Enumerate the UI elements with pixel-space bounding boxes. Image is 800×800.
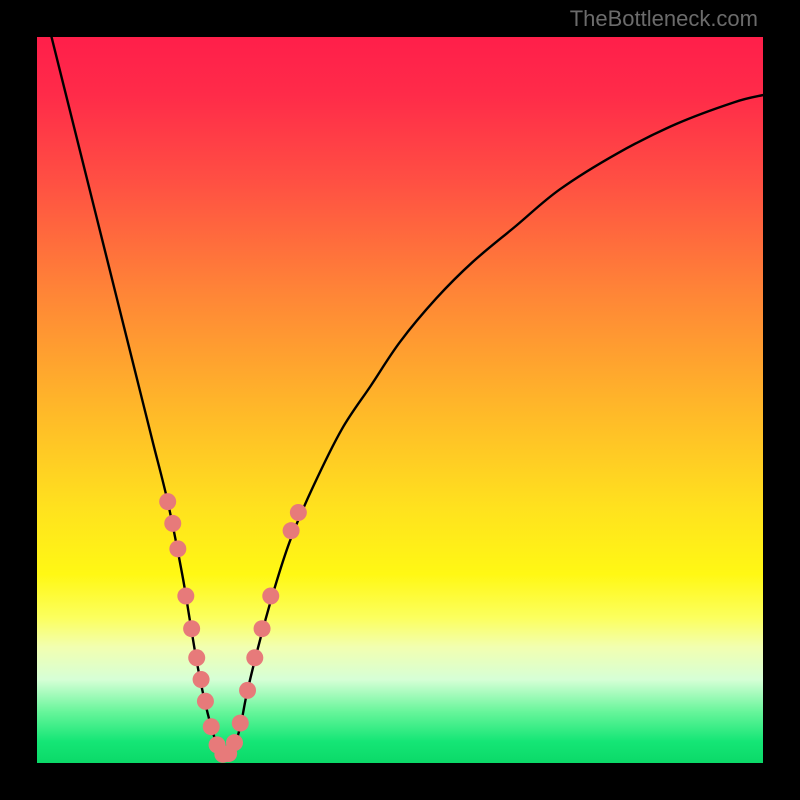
marker-point [197, 693, 214, 710]
marker-point [203, 718, 220, 735]
marker-point [246, 649, 263, 666]
highlighted-points [159, 493, 307, 763]
marker-point [283, 522, 300, 539]
marker-point [226, 734, 243, 751]
marker-point [159, 493, 176, 510]
marker-point [254, 620, 271, 637]
watermark-text: TheBottleneck.com [570, 6, 758, 32]
bottleneck-curve [52, 37, 763, 756]
marker-point [169, 540, 186, 557]
plot-area [37, 37, 763, 763]
marker-point [183, 620, 200, 637]
marker-point [232, 715, 249, 732]
marker-point [193, 671, 210, 688]
curve-layer [37, 37, 763, 763]
chart-stage: TheBottleneck.com [0, 0, 800, 800]
marker-point [290, 504, 307, 521]
marker-point [164, 515, 181, 532]
marker-point [262, 588, 279, 605]
marker-point [239, 682, 256, 699]
marker-point [188, 649, 205, 666]
marker-point [177, 588, 194, 605]
